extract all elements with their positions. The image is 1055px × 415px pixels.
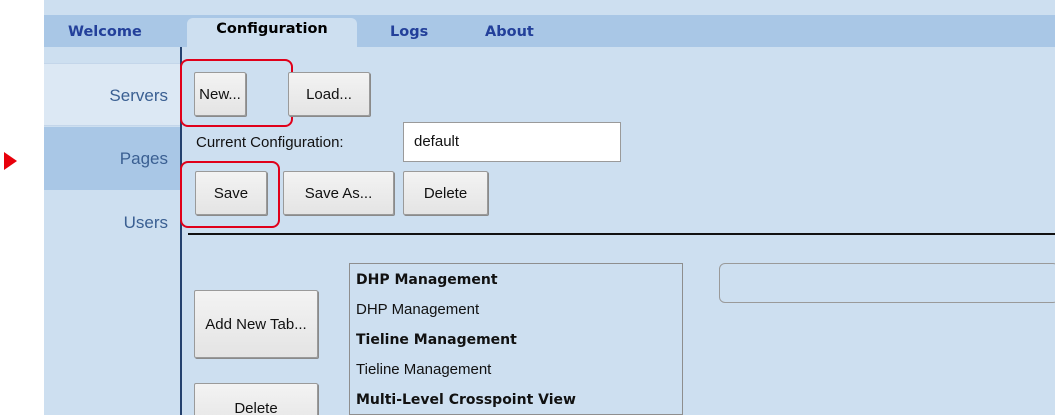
list-item[interactable]: DHP Management: [356, 301, 479, 318]
delete-configuration-button[interactable]: Delete: [403, 171, 488, 215]
app-window: Welcome Configuration Logs About Servers…: [44, 0, 1055, 415]
list-item[interactable]: Multi-Level Crosspoint View: [356, 392, 576, 408]
current-configuration-field[interactable]: default: [403, 122, 621, 162]
load-button[interactable]: Load...: [288, 72, 370, 116]
tab-bar: Welcome Configuration Logs About: [44, 15, 1055, 47]
tab-list[interactable]: DHP Management DHP Management Tieline Ma…: [349, 263, 683, 415]
pointer-arrow-icon: [4, 152, 17, 170]
tab-configuration[interactable]: Configuration: [187, 18, 357, 47]
list-item[interactable]: Tieline Management: [356, 361, 491, 378]
delete-tab-button[interactable]: Delete: [194, 383, 318, 415]
add-new-tab-button[interactable]: Add New Tab...: [194, 290, 318, 358]
tab-about[interactable]: About: [485, 21, 534, 47]
list-item[interactable]: DHP Management: [356, 272, 498, 288]
new-button[interactable]: New...: [194, 72, 246, 116]
sidebar-item-servers[interactable]: Servers: [44, 63, 180, 126]
tab-welcome[interactable]: Welcome: [68, 21, 142, 47]
current-configuration-label: Current Configuration:: [196, 134, 344, 151]
section-divider: [188, 233, 1055, 235]
sidebar-item-pages[interactable]: Pages: [44, 127, 180, 190]
tab-name-field[interactable]: [719, 263, 1055, 303]
sidebar-item-users[interactable]: Users: [44, 191, 180, 254]
save-as-button[interactable]: Save As...: [283, 171, 394, 215]
sidebar-divider: [180, 47, 182, 415]
list-item[interactable]: Tieline Management: [356, 332, 517, 348]
save-button[interactable]: Save: [195, 171, 267, 215]
tab-logs[interactable]: Logs: [390, 21, 428, 47]
